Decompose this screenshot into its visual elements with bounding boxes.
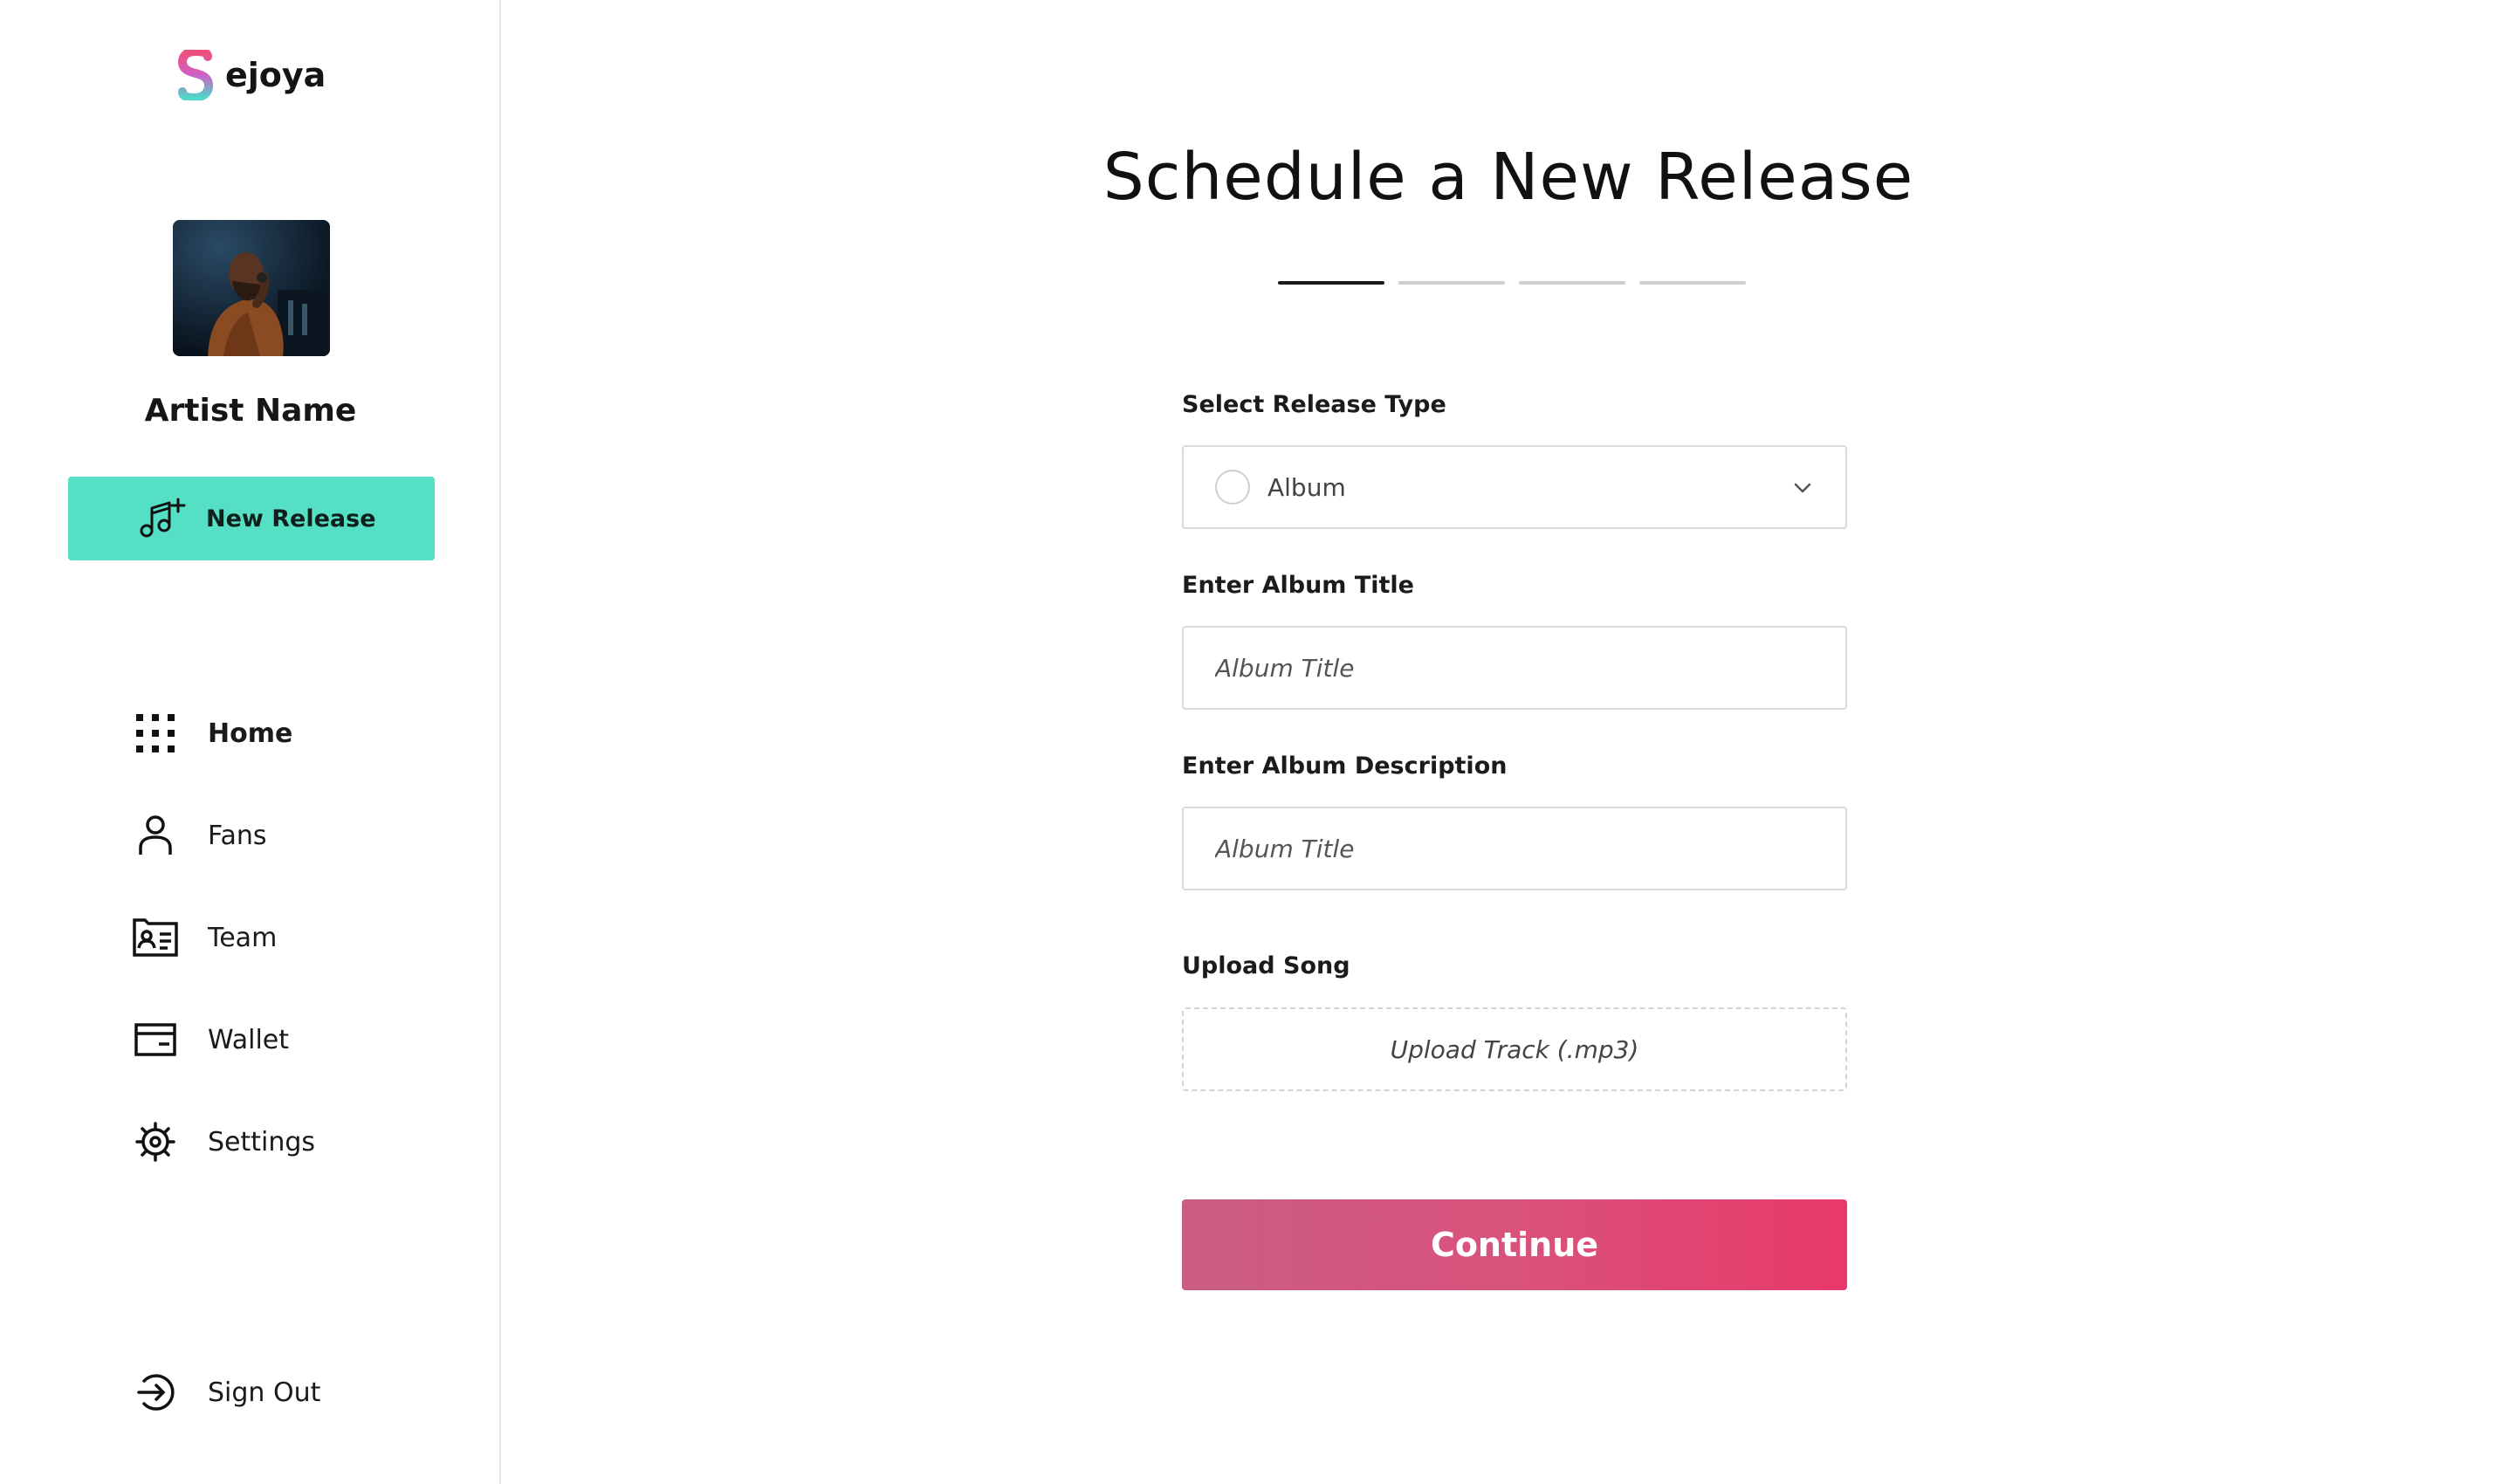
app-root: ejoya Artist Name New Release Home Fans … [0, 0, 2514, 1484]
sidebar-item-label: Team [208, 922, 278, 953]
album-description-label: Enter Album Description [1182, 752, 1508, 780]
page-title: Schedule a New Release [1102, 140, 1914, 215]
upload-track-text: Upload Track (.mp3) [1390, 1034, 1639, 1064]
sidebar-item-wallet[interactable]: Wallet [131, 1013, 289, 1066]
sign-out-icon [131, 1368, 180, 1417]
person-icon [131, 811, 180, 860]
album-title-input[interactable] [1184, 628, 1845, 708]
logo-text: ejoya [225, 56, 326, 94]
sign-out-label: Sign Out [208, 1377, 321, 1408]
sidebar-item-settings[interactable]: Settings [131, 1116, 315, 1168]
upload-track-dropzone[interactable]: Upload Track (.mp3) [1182, 1007, 1847, 1091]
release-type-value: Album [1267, 472, 1346, 502]
sidebar-item-fans[interactable]: Fans [131, 809, 267, 862]
continue-button[interactable]: Continue [1182, 1199, 1847, 1290]
sidebar-item-label: Settings [208, 1126, 316, 1158]
radio-circle-icon [1215, 470, 1250, 505]
step-indicator-4 [1639, 281, 1746, 285]
logo[interactable]: ejoya [178, 49, 326, 101]
sidebar-item-team[interactable]: Team [131, 911, 277, 964]
wallet-icon [131, 1015, 180, 1064]
artist-avatar[interactable] [173, 220, 330, 356]
sign-out-button[interactable]: Sign Out [131, 1366, 320, 1419]
album-title-field [1182, 626, 1847, 710]
gear-icon [131, 1117, 180, 1166]
release-type-select[interactable]: Album [1182, 445, 1847, 529]
release-type-label: Select Release Type [1182, 391, 1446, 418]
album-title-label: Enter Album Title [1182, 572, 1414, 599]
sidebar-item-label: Home [208, 718, 293, 749]
step-indicator-2 [1398, 281, 1505, 285]
sidebar: ejoya Artist Name New Release Home Fans … [0, 0, 501, 1484]
artist-name: Artist Name [144, 393, 357, 429]
main-content: Schedule a New Release Select Release Ty… [503, 0, 2514, 1484]
upload-song-label: Upload Song [1182, 952, 1350, 979]
continue-label: Continue [1430, 1226, 1599, 1264]
ejoya-logo-icon [178, 50, 213, 100]
grid-icon [131, 709, 180, 758]
album-description-field [1182, 807, 1847, 890]
sidebar-item-label: Wallet [208, 1024, 290, 1055]
chevron-down-icon [1791, 477, 1814, 499]
album-description-input[interactable] [1184, 808, 1845, 889]
progress-stepper [1278, 281, 1746, 285]
step-indicator-3 [1519, 281, 1625, 285]
step-indicator-1 [1278, 281, 1384, 285]
sidebar-item-home[interactable]: Home [131, 707, 292, 759]
id-card-icon [131, 913, 180, 962]
sidebar-item-label: Fans [208, 820, 267, 851]
new-release-button[interactable]: New Release [68, 477, 435, 560]
new-release-label: New Release [206, 505, 376, 532]
music-note-plus-icon [138, 496, 187, 541]
